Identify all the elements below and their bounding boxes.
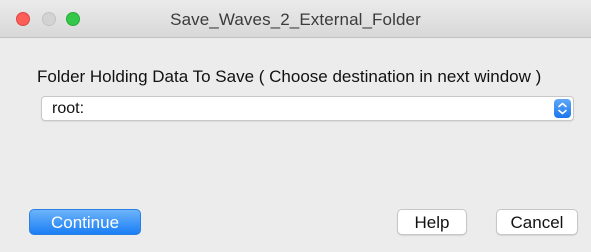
chevron-up-down-icon[interactable]: [554, 99, 571, 118]
continue-button[interactable]: Continue: [29, 209, 141, 235]
folder-select-popup[interactable]: root:: [41, 96, 574, 121]
help-button[interactable]: Help: [397, 209, 467, 235]
window-title: Save_Waves_2_External_Folder: [170, 10, 421, 29]
dialog-window: Save_Waves_2_External_Folder Folder Hold…: [0, 0, 591, 252]
folder-select-value: root:: [52, 100, 85, 117]
cancel-button[interactable]: Cancel: [496, 209, 578, 235]
folder-prompt-label: Folder Holding Data To Save ( Choose des…: [37, 67, 542, 86]
title-bar[interactable]: Save_Waves_2_External_Folder: [0, 0, 591, 38]
